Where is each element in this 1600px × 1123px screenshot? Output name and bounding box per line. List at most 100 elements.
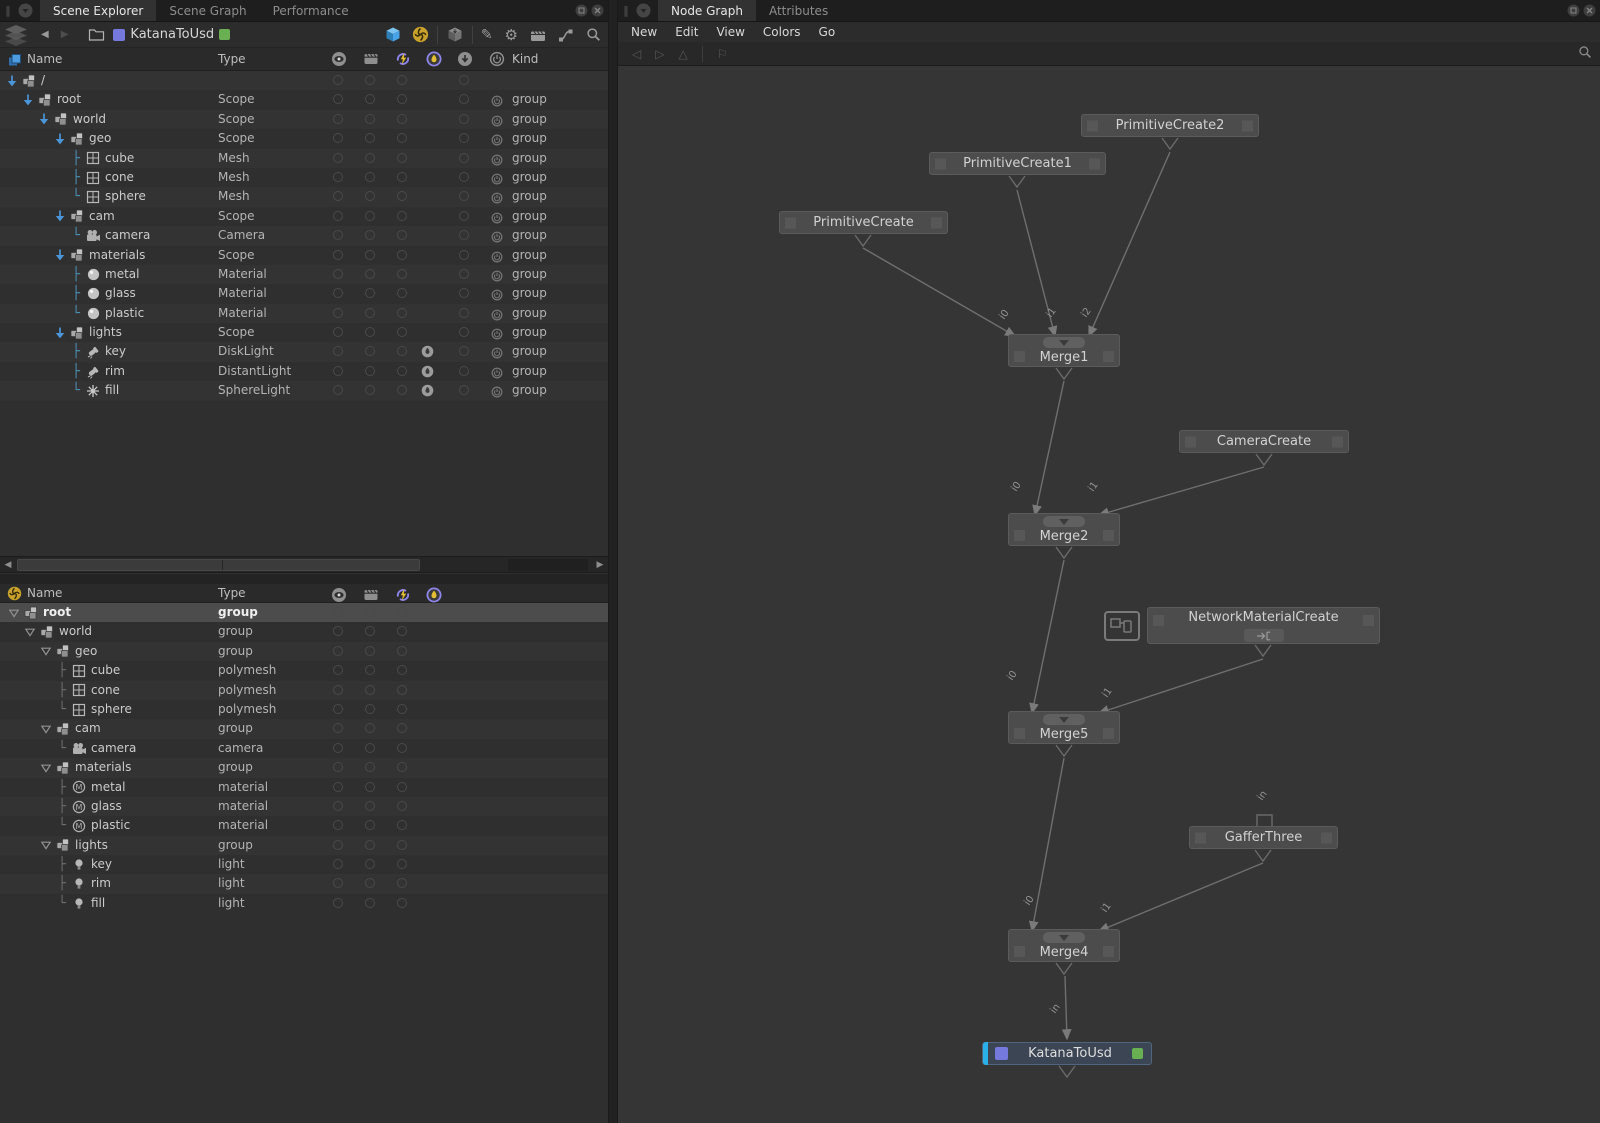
close-panel-icon[interactable] bbox=[591, 4, 604, 20]
node-GafferThree[interactable]: GafferThree bbox=[1189, 826, 1338, 849]
node-graph-canvas[interactable]: i0i1i2i0i1i0i1i0i1inin PrimitiveCreate2P… bbox=[618, 66, 1600, 1123]
toggle-circle[interactable] bbox=[365, 366, 375, 376]
tree-row-camera[interactable]: └cameracamera bbox=[0, 739, 608, 758]
enter-group-icon[interactable] bbox=[1244, 629, 1284, 642]
column-header-name[interactable]: Name bbox=[27, 584, 62, 603]
toggle-circle[interactable] bbox=[365, 153, 375, 163]
tab-scene-explorer[interactable]: Scene Explorer bbox=[40, 0, 156, 21]
collapse-triangle-icon[interactable] bbox=[1043, 932, 1085, 943]
toggle-circle[interactable] bbox=[365, 75, 375, 85]
column-header-kind[interactable]: Kind bbox=[512, 48, 538, 71]
toggle-circle[interactable] bbox=[397, 782, 407, 792]
toggle-circle[interactable] bbox=[397, 898, 407, 908]
toggle-circle[interactable] bbox=[333, 898, 343, 908]
node-PrimitiveCreate2[interactable]: PrimitiveCreate2 bbox=[1081, 114, 1259, 137]
toggle-circle[interactable] bbox=[365, 782, 375, 792]
tree-row-lights[interactable]: lightsgroup bbox=[0, 836, 608, 855]
toggle-circle[interactable] bbox=[397, 646, 407, 656]
link-nodes-icon[interactable] bbox=[558, 27, 574, 43]
settings-gear-icon[interactable]: ⚙ bbox=[505, 28, 518, 42]
toggle-circle[interactable] bbox=[397, 75, 407, 85]
expander-arrow-icon[interactable] bbox=[20, 93, 36, 107]
toggle-circle[interactable] bbox=[397, 840, 407, 850]
layers-icon[interactable] bbox=[3, 24, 29, 46]
toggle-circle[interactable] bbox=[333, 840, 343, 850]
toggle-circle[interactable] bbox=[459, 308, 469, 318]
toggle-circle[interactable] bbox=[365, 607, 375, 617]
toggle-circle[interactable] bbox=[333, 211, 343, 221]
toggle-circle[interactable] bbox=[397, 704, 407, 714]
tree-row-lights[interactable]: lightsScopegroup bbox=[0, 323, 608, 342]
tree-row-sphere[interactable]: └sphereMeshgroup bbox=[0, 187, 608, 206]
usd-stage-icon[interactable] bbox=[384, 26, 402, 43]
tree-row-cube[interactable]: ├cubepolymesh bbox=[0, 661, 608, 680]
toggle-circle[interactable] bbox=[397, 801, 407, 811]
toggle-circle[interactable] bbox=[333, 114, 343, 124]
scroll-right-icon[interactable]: ▶ bbox=[593, 558, 607, 572]
toggle-circle[interactable] bbox=[333, 782, 343, 792]
node-Merge2[interactable]: Merge2 bbox=[1008, 513, 1120, 546]
tree-row-key[interactable]: ├keyDiskLightgroup bbox=[0, 342, 608, 361]
tree-row-fill[interactable]: └filllight bbox=[0, 894, 608, 913]
tree-row-metal[interactable]: ├Mmetalmaterial bbox=[0, 778, 608, 797]
toggle-circle[interactable] bbox=[333, 269, 343, 279]
tree-row-rim[interactable]: ├rimlight bbox=[0, 874, 608, 893]
node-NetworkMaterialCreate[interactable]: NetworkMaterialCreate bbox=[1147, 607, 1380, 644]
expander-arrow-icon[interactable] bbox=[6, 607, 22, 619]
back-button[interactable]: ◀ bbox=[41, 29, 49, 40]
expander-arrow-icon[interactable] bbox=[52, 209, 68, 223]
toggle-circle[interactable] bbox=[459, 211, 469, 221]
toggle-circle[interactable] bbox=[365, 172, 375, 182]
expander-arrow-icon[interactable] bbox=[38, 762, 54, 774]
expander-arrow-icon[interactable] bbox=[52, 132, 68, 146]
toggle-circle[interactable] bbox=[333, 607, 343, 617]
tab-scene-graph[interactable]: Scene Graph bbox=[156, 0, 259, 21]
toggle-circle[interactable] bbox=[333, 172, 343, 182]
toggle-circle[interactable] bbox=[365, 114, 375, 124]
collapse-triangle-icon[interactable] bbox=[1043, 714, 1085, 725]
node-Merge1[interactable]: Merge1 bbox=[1008, 334, 1120, 367]
clapperboard-icon[interactable] bbox=[530, 28, 546, 42]
toggle-circle[interactable] bbox=[397, 211, 407, 221]
panel-divider[interactable] bbox=[608, 0, 618, 1123]
toggle-circle[interactable] bbox=[459, 366, 469, 376]
toggle-circle[interactable] bbox=[365, 250, 375, 260]
tree-row-rim[interactable]: ├rimDistantLightgroup bbox=[0, 362, 608, 381]
node-PrimitiveCreate1[interactable]: PrimitiveCreate1 bbox=[929, 152, 1106, 175]
tree-row-geo[interactable]: geoScopegroup bbox=[0, 129, 608, 148]
toggle-circle[interactable] bbox=[333, 685, 343, 695]
light-enabled-icon[interactable] bbox=[421, 384, 434, 403]
toggle-circle[interactable] bbox=[333, 801, 343, 811]
expander-arrow-icon[interactable] bbox=[36, 112, 52, 126]
tree-row-cam[interactable]: camScopegroup bbox=[0, 207, 608, 226]
tree-row-fill[interactable]: └fillSphereLightgroup bbox=[0, 381, 608, 400]
maximize-panel-icon[interactable] bbox=[575, 4, 588, 20]
toggle-circle[interactable] bbox=[397, 685, 407, 695]
toggle-circle[interactable] bbox=[365, 898, 375, 908]
tree-row-cone[interactable]: ├coneMeshgroup bbox=[0, 168, 608, 187]
expander-arrow-icon[interactable] bbox=[22, 626, 38, 638]
toggle-circle[interactable] bbox=[333, 75, 343, 85]
tree-row-root[interactable]: rootScopegroup bbox=[0, 90, 608, 109]
node-Merge5[interactable]: Merge5 bbox=[1008, 711, 1120, 744]
toggle-circle[interactable] bbox=[397, 607, 407, 617]
toggle-circle[interactable] bbox=[365, 211, 375, 221]
toggle-circle[interactable] bbox=[333, 308, 343, 318]
toggle-circle[interactable] bbox=[365, 840, 375, 850]
edit-pencil-icon[interactable]: ✎ bbox=[481, 28, 493, 42]
toggle-circle[interactable] bbox=[333, 250, 343, 260]
toggle-circle[interactable] bbox=[333, 704, 343, 714]
toggle-circle[interactable] bbox=[459, 153, 469, 163]
expander-arrow-icon[interactable] bbox=[38, 645, 54, 657]
katana-logo-icon[interactable] bbox=[412, 26, 429, 43]
tree-row-glass[interactable]: ├Mglassmaterial bbox=[0, 797, 608, 816]
tree-row-geo[interactable]: geogroup bbox=[0, 642, 608, 661]
tree-row-sphere[interactable]: └spherepolymesh bbox=[0, 700, 608, 719]
toggle-circle[interactable] bbox=[459, 250, 469, 260]
toggle-circle[interactable] bbox=[365, 743, 375, 753]
expander-arrow-icon[interactable] bbox=[52, 248, 68, 262]
panel-menu-button[interactable] bbox=[18, 3, 33, 18]
scroll-left-icon[interactable]: ◀ bbox=[1, 558, 15, 572]
toggle-circle[interactable] bbox=[397, 114, 407, 124]
tree-row-root-slash[interactable]: / bbox=[0, 71, 608, 90]
